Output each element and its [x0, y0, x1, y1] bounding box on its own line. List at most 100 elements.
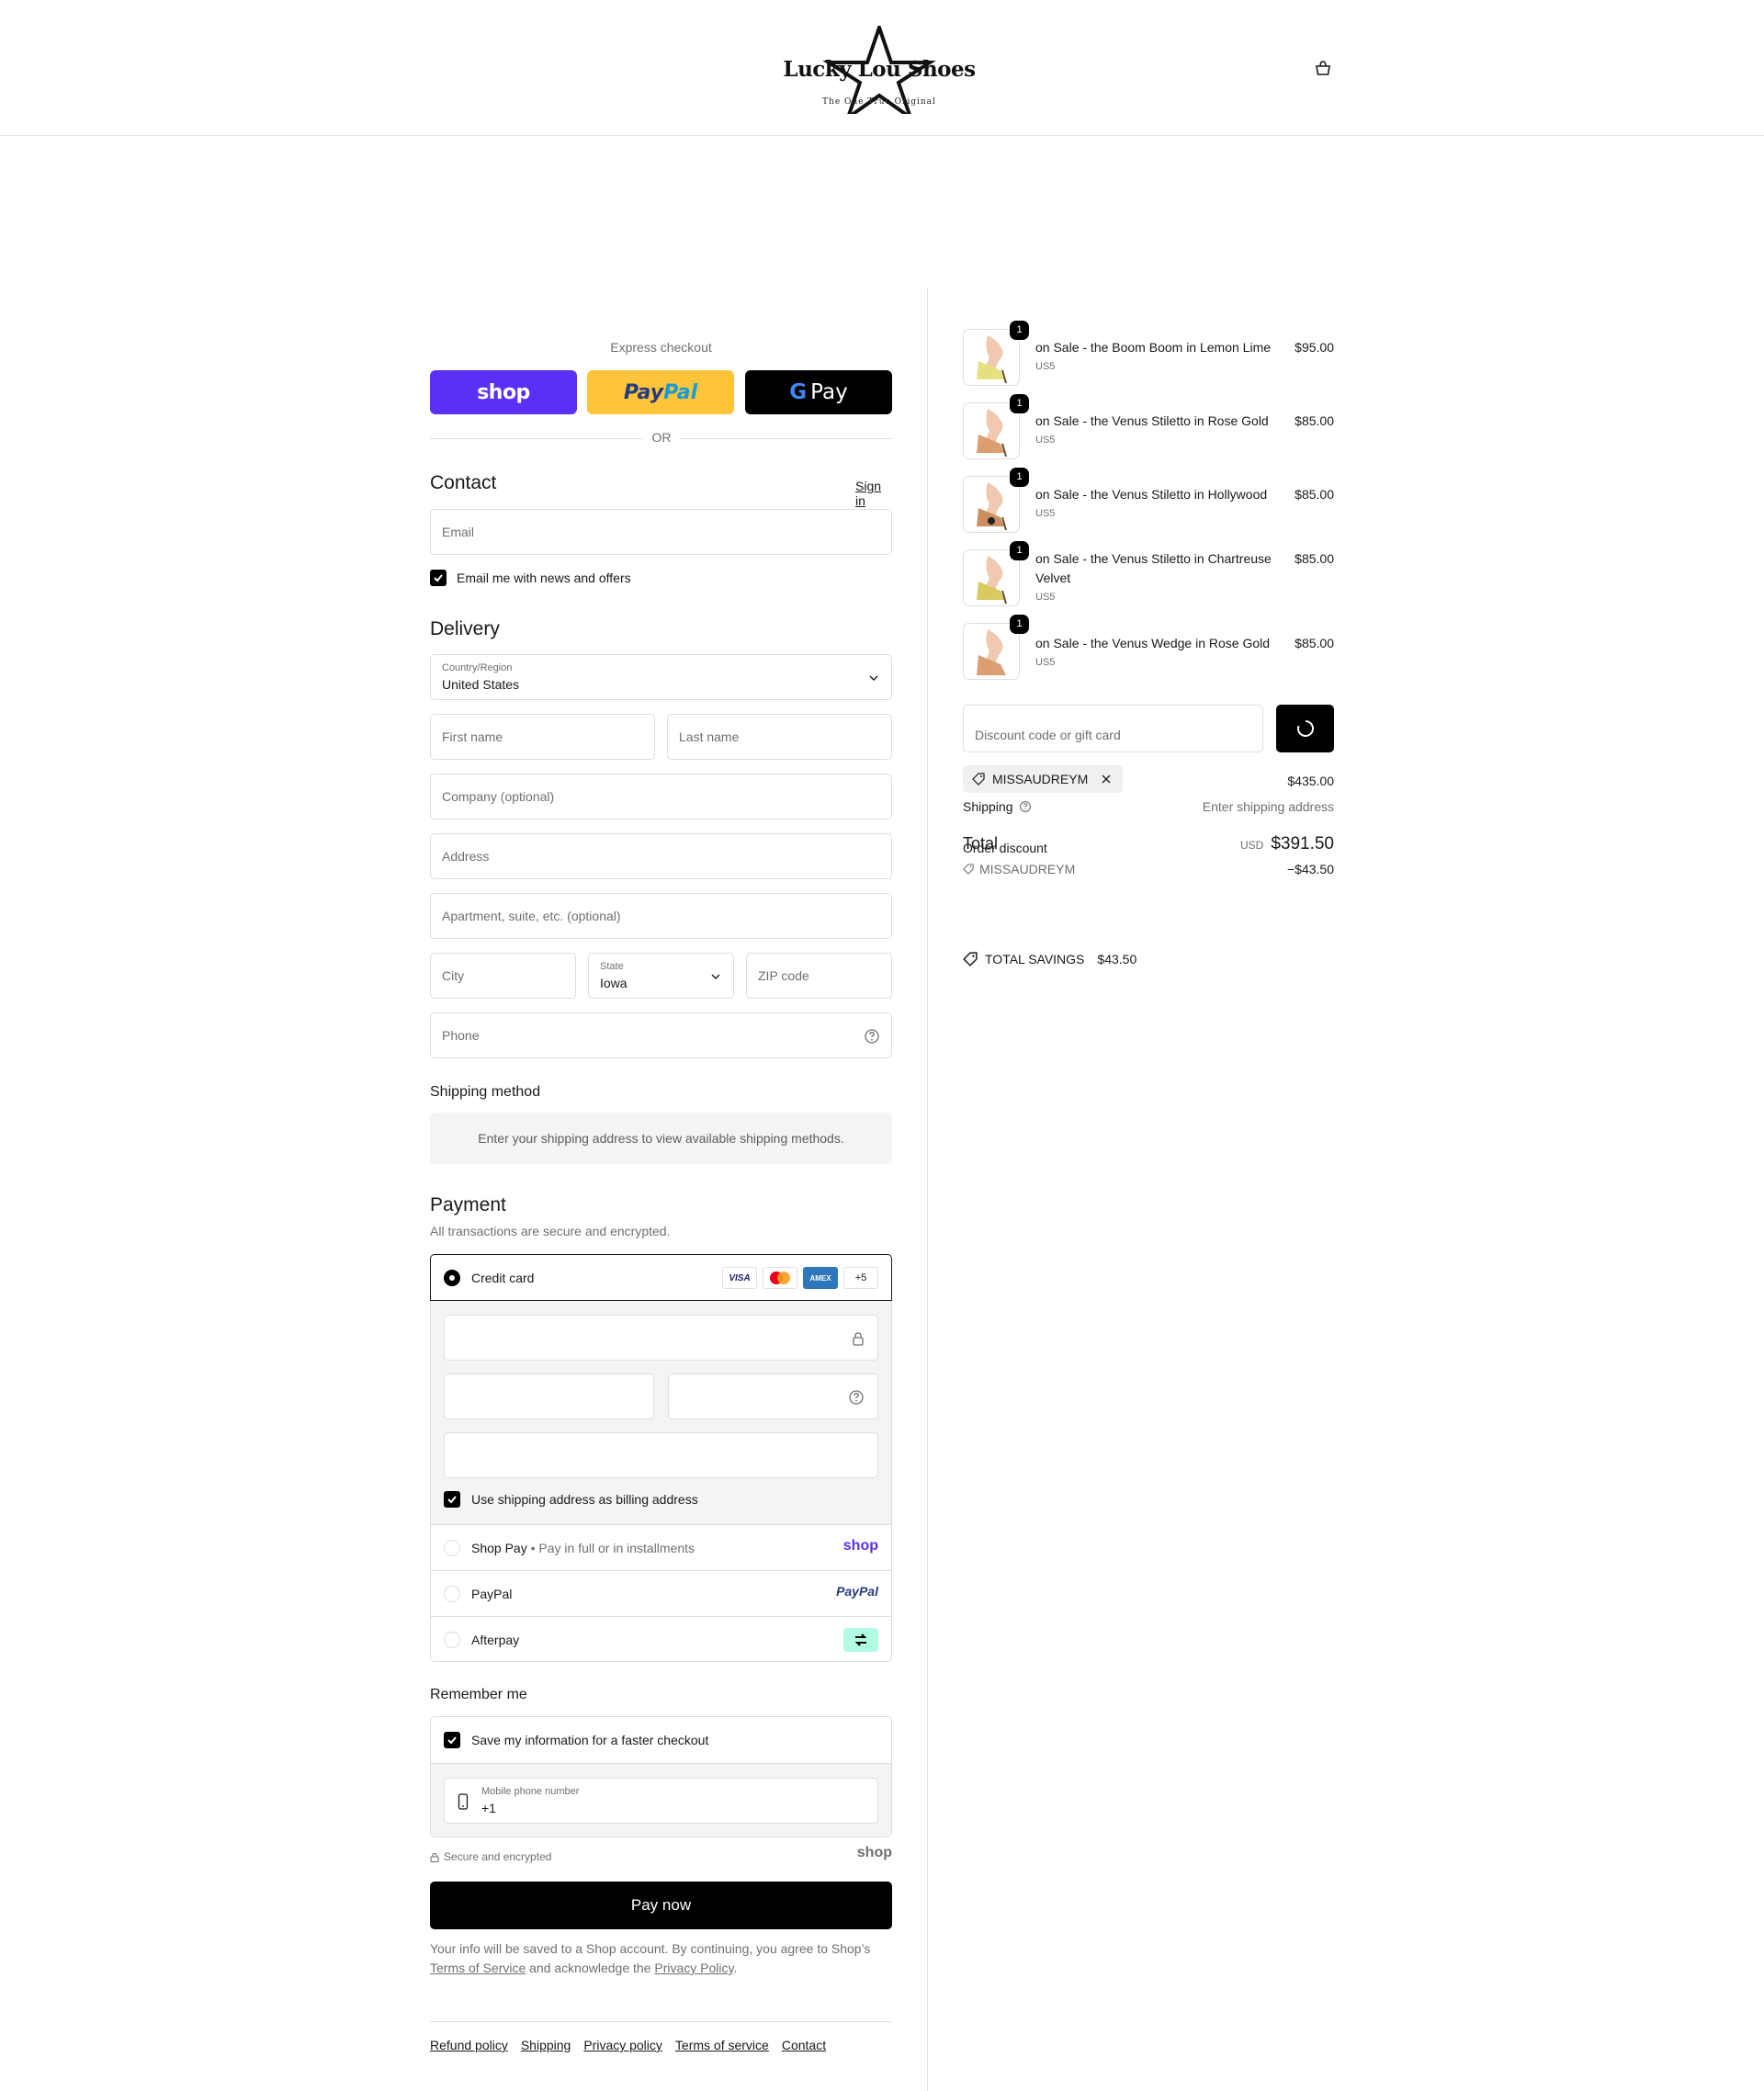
quantity-badge: 1 [1010, 321, 1029, 340]
company-placeholder: Company (optional) [442, 789, 555, 804]
logo-tagline: The One True Original [822, 97, 936, 107]
item-variant: US5 [1035, 592, 1056, 603]
state-value: Iowa [600, 976, 628, 990]
privacy-policy-footer-link[interactable]: Privacy policy [583, 2038, 662, 2052]
credit-card-option[interactable]: Credit card VISA AMEX +5 [430, 1254, 892, 1301]
apply-discount-button[interactable] [1276, 705, 1334, 752]
product-thumbnail: 1 [963, 615, 1029, 680]
refund-policy-link[interactable]: Refund policy [430, 2038, 508, 2052]
afterpay-radio[interactable] [444, 1632, 460, 1648]
contact-link[interactable]: Contact [782, 2038, 826, 2052]
product-thumbnail: 1 [963, 541, 1029, 606]
state-select[interactable]: State Iowa [588, 953, 734, 999]
contact-heading: Contact [430, 472, 497, 493]
sign-in-link[interactable]: Sign in [855, 479, 892, 508]
store-logo[interactable]: Lucky Lou Shoes The One True Original [774, 26, 985, 114]
discount-detail-amount: −$43.50 [1287, 862, 1334, 876]
security-code-field[interactable] [668, 1373, 878, 1419]
paypal-button[interactable]: Pay Pal [587, 370, 734, 414]
order-discount-label: Order discount [963, 841, 1047, 855]
item-name: on Sale - the Venus Stiletto in Chartreu… [1035, 551, 1272, 585]
help-icon[interactable] [1019, 800, 1032, 813]
news-checkbox[interactable] [430, 570, 447, 586]
google-pay-button[interactable]: G Pay [745, 370, 892, 414]
country-select[interactable]: Country/Region United States [430, 654, 892, 700]
header: Lucky Lou Shoes The One True Original [0, 0, 1764, 136]
quantity-badge: 1 [1010, 394, 1029, 413]
country-value: United States [442, 677, 520, 692]
remember-me-body: Mobile phone number +1 [431, 1763, 891, 1837]
last-name-field[interactable]: Last name [667, 714, 892, 760]
terms-of-service-footer-link[interactable]: Terms of service [675, 2038, 769, 2052]
zip-field[interactable]: ZIP code [746, 953, 892, 999]
help-icon[interactable] [848, 1389, 865, 1406]
applied-discount-chip: MISSAUDREYM [963, 765, 1124, 793]
shop-pay-button[interactable]: shop [430, 370, 577, 414]
cart-item: 1 on Sale - the Boom Boom in Lemon Lime … [963, 321, 1334, 388]
shop-pay-label: shop [477, 380, 530, 404]
shop-pay-radio[interactable] [444, 1540, 460, 1556]
item-price: $85.00 [1295, 636, 1334, 650]
shop-pay-logo: shop [842, 1538, 878, 1554]
company-field[interactable]: Company (optional) [430, 774, 892, 819]
email-field[interactable]: Email [430, 509, 892, 555]
paypal-label: Pay [623, 380, 664, 404]
credit-card-radio[interactable] [444, 1270, 460, 1286]
mobile-phone-field[interactable]: Mobile phone number +1 [444, 1778, 878, 1824]
remember-me-heading: Remember me [430, 1687, 527, 1702]
save-info-checkbox[interactable] [444, 1732, 460, 1748]
visa-icon: VISA [722, 1267, 757, 1289]
item-name: on Sale - the Venus Stiletto in Hollywoo… [1035, 487, 1268, 502]
paypal-radio[interactable] [444, 1586, 460, 1602]
bag-icon[interactable] [1312, 59, 1334, 77]
close-icon[interactable] [1101, 774, 1112, 785]
name-on-card-field[interactable] [444, 1432, 878, 1478]
chevron-down-icon [869, 675, 878, 681]
state-label: State [600, 961, 624, 972]
zip-placeholder: ZIP code [758, 968, 809, 983]
help-icon[interactable] [864, 1028, 880, 1045]
item-variant: US5 [1035, 361, 1056, 372]
secure-text: Secure and encrypted [444, 1850, 552, 1863]
phone-field[interactable]: Phone [430, 1012, 892, 1058]
item-price: $85.00 [1295, 487, 1334, 502]
total-savings-label: TOTAL SAVINGS [985, 952, 1085, 966]
country-label: Country/Region [442, 662, 513, 673]
product-thumbnail: 1 [963, 468, 1029, 533]
paypal-logo: PayPal [836, 1584, 878, 1599]
first-name-field[interactable]: First name [430, 714, 655, 760]
billing-same-label: Use shipping address as billing address [471, 1492, 698, 1507]
legal-text-c: . [733, 1961, 738, 1975]
discount-code-field[interactable]: Discount code or gift card [963, 705, 1263, 752]
afterpay-option[interactable]: Afterpay [431, 1616, 891, 1662]
privacy-policy-link[interactable]: Privacy Policy [654, 1961, 733, 1975]
card-number-field[interactable] [444, 1315, 878, 1361]
google-icon: G [789, 380, 808, 404]
subtotal-value: $435.00 [1287, 774, 1334, 788]
product-thumbnail: 1 [963, 394, 1029, 459]
discount-detail-code: MISSAUDREYM [979, 862, 1076, 876]
shop-pay-option[interactable]: Shop Pay • Pay in full or in installment… [431, 1524, 891, 1570]
item-price: $85.00 [1295, 413, 1334, 428]
delivery-heading: Delivery [430, 618, 500, 639]
apartment-field[interactable]: Apartment, suite, etc. (optional) [430, 893, 892, 939]
payment-subtitle: All transactions are secure and encrypte… [430, 1224, 671, 1238]
paypal-option[interactable]: PayPal PayPal [431, 1570, 891, 1616]
city-field[interactable]: City [430, 953, 576, 999]
address-field[interactable]: Address [430, 833, 892, 879]
billing-same-checkbox[interactable] [444, 1491, 460, 1508]
credit-card-label: Credit card [471, 1271, 535, 1285]
remember-me-box: Save my information for a faster checkou… [430, 1716, 892, 1837]
terms-of-service-link[interactable]: Terms of Service [430, 1961, 526, 1975]
mobile-phone-label: Mobile phone number [481, 1786, 580, 1797]
shipping-link[interactable]: Shipping [521, 2038, 571, 2052]
address-placeholder: Address [442, 849, 490, 864]
currency-label: USD [1239, 839, 1264, 852]
expiration-field[interactable] [444, 1373, 654, 1419]
pay-now-button[interactable]: Pay now [430, 1882, 892, 1929]
cart-item: 1 on Sale - the Venus Stiletto in Rose G… [963, 394, 1334, 461]
quantity-badge: 1 [1010, 615, 1029, 634]
shop-pay-option-label: Shop Pay [471, 1541, 527, 1555]
item-variant: US5 [1035, 508, 1056, 519]
or-text: OR [643, 430, 680, 445]
